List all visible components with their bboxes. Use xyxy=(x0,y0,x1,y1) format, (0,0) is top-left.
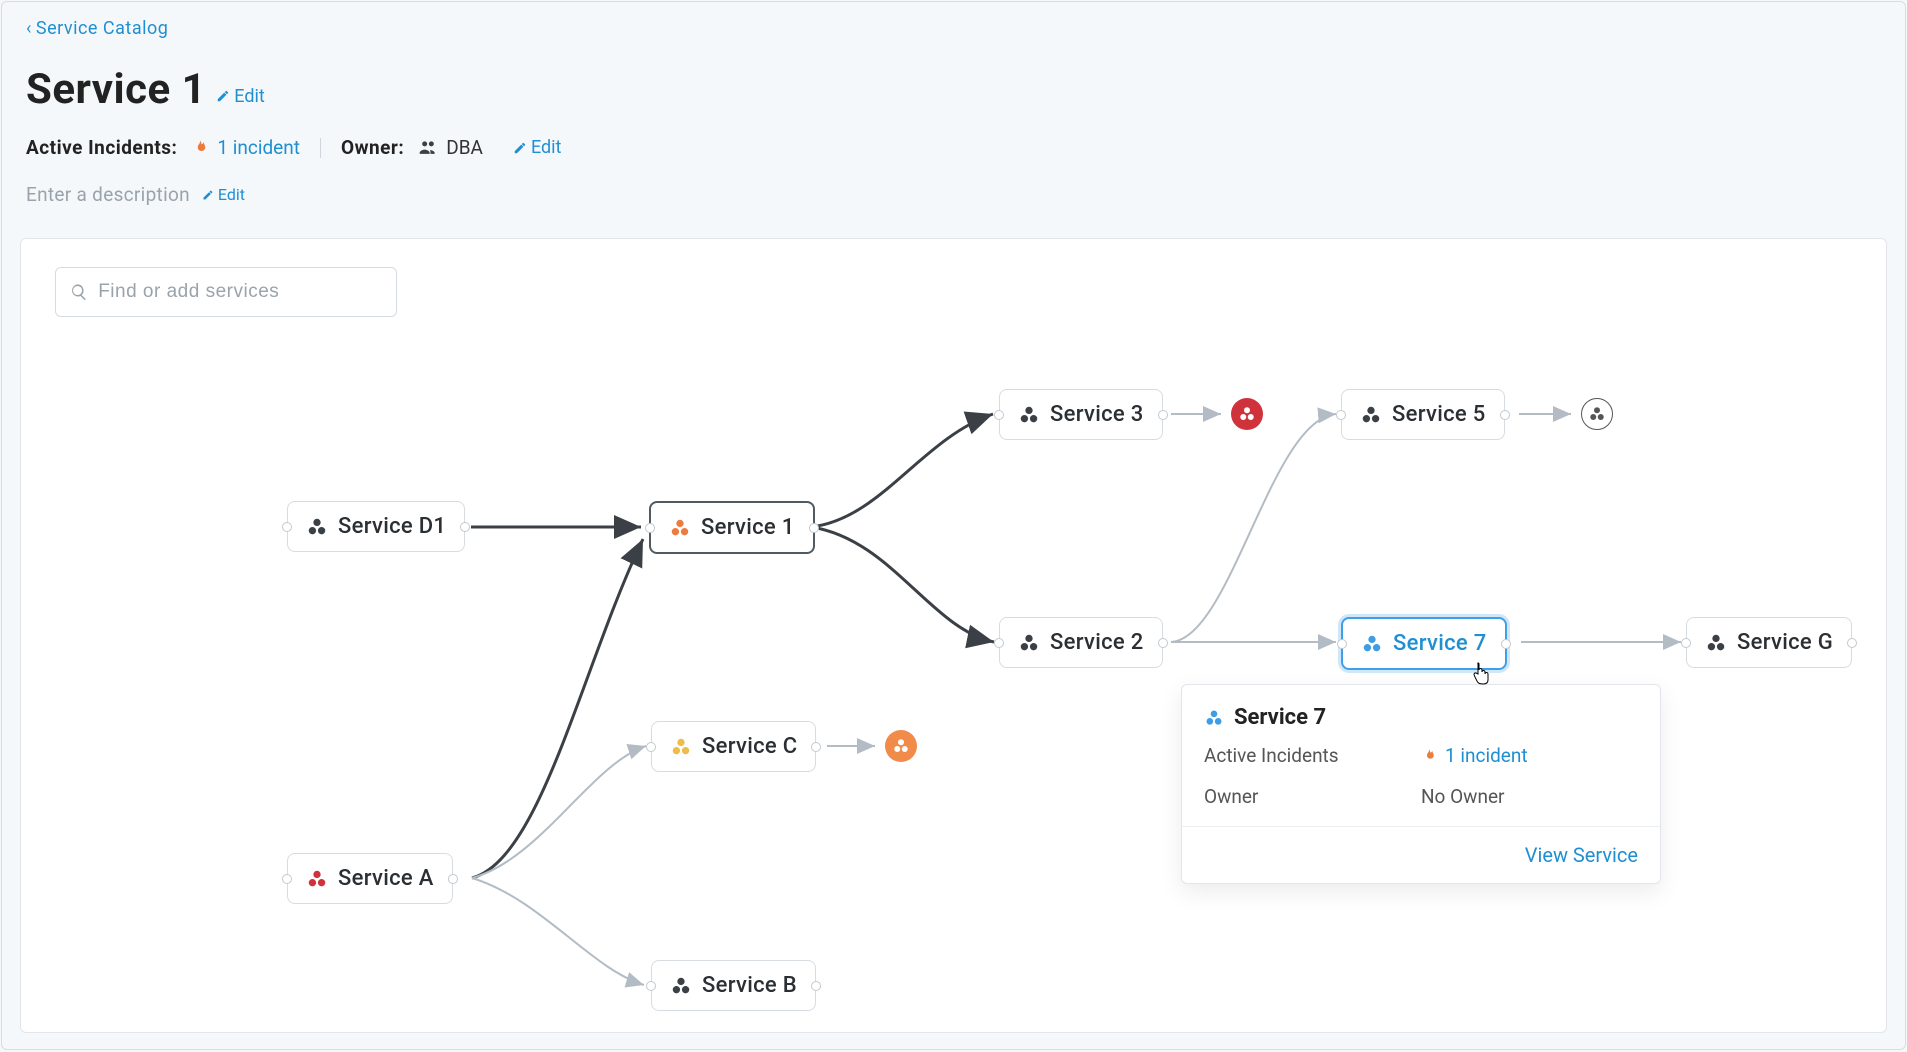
breadcrumb-back[interactable]: Service Catalog xyxy=(36,18,168,39)
active-incidents-label: Active Incidents: xyxy=(26,136,177,159)
graph-edges xyxy=(21,239,1886,1032)
node-service-2[interactable]: Service 2 xyxy=(999,617,1163,668)
page-title: Service 1 xyxy=(26,65,206,114)
cluster-icon xyxy=(892,737,910,755)
cluster-icon xyxy=(1238,405,1256,423)
node-tooltip: Service 7 Active Incidents 1 incident Ow… xyxy=(1181,684,1661,884)
node-service-3[interactable]: Service 3 xyxy=(999,389,1163,440)
fire-icon xyxy=(191,139,209,157)
description-placeholder: Enter a description xyxy=(26,183,190,206)
breadcrumb[interactable]: ‹Service Catalog xyxy=(26,18,1881,39)
cluster-icon xyxy=(670,736,692,758)
edit-title-button[interactable]: Edit xyxy=(216,86,264,107)
node-service-d1[interactable]: Service D1 xyxy=(287,501,465,552)
node-service-1[interactable]: Service 1 xyxy=(649,501,815,554)
search-input[interactable] xyxy=(98,281,382,303)
cluster-icon xyxy=(1204,708,1224,728)
service-graph-canvas[interactable]: Service D1 Service 1 Service 3 Service 5… xyxy=(20,238,1887,1033)
node-service-5[interactable]: Service 5 xyxy=(1341,389,1505,440)
node-service-g[interactable]: Service G xyxy=(1686,617,1852,668)
view-service-link[interactable]: View Service xyxy=(1525,843,1638,867)
search-icon xyxy=(70,282,88,302)
owner-value: DBA xyxy=(418,136,483,159)
status-badge-outline xyxy=(1581,398,1613,430)
users-icon xyxy=(418,139,438,157)
node-service-b[interactable]: Service B xyxy=(651,960,816,1011)
cluster-icon xyxy=(306,516,328,538)
tooltip-owner-label: Owner xyxy=(1204,785,1421,808)
pencil-icon xyxy=(513,141,527,155)
fire-icon xyxy=(1421,748,1437,764)
cluster-icon xyxy=(1361,633,1383,655)
cluster-icon xyxy=(1360,404,1382,426)
status-badge-red xyxy=(1231,398,1263,430)
node-service-c[interactable]: Service C xyxy=(651,721,816,772)
edit-owner-button[interactable]: Edit xyxy=(513,137,561,158)
cluster-icon xyxy=(1588,405,1606,423)
cluster-icon xyxy=(1705,632,1727,654)
cluster-icon xyxy=(1018,404,1040,426)
cluster-icon xyxy=(669,517,691,539)
cluster-icon xyxy=(306,868,328,890)
cluster-icon xyxy=(1018,632,1040,654)
tooltip-title: Service 7 xyxy=(1234,705,1326,730)
edit-description-button[interactable]: Edit xyxy=(202,185,245,204)
node-service-7[interactable]: Service 7 xyxy=(1341,617,1507,670)
incidents-link[interactable]: 1 incident xyxy=(191,136,300,159)
search-box[interactable] xyxy=(55,267,397,317)
owner-label: Owner: xyxy=(341,136,404,159)
cluster-icon xyxy=(670,975,692,997)
pencil-icon xyxy=(216,89,230,103)
status-badge-orange xyxy=(885,730,917,762)
tooltip-owner-value: No Owner xyxy=(1421,785,1638,808)
tooltip-incidents-label: Active Incidents xyxy=(1204,744,1421,767)
pencil-icon xyxy=(202,189,214,201)
tooltip-incidents-link[interactable]: 1 incident xyxy=(1421,744,1638,767)
node-service-a[interactable]: Service A xyxy=(287,853,453,904)
